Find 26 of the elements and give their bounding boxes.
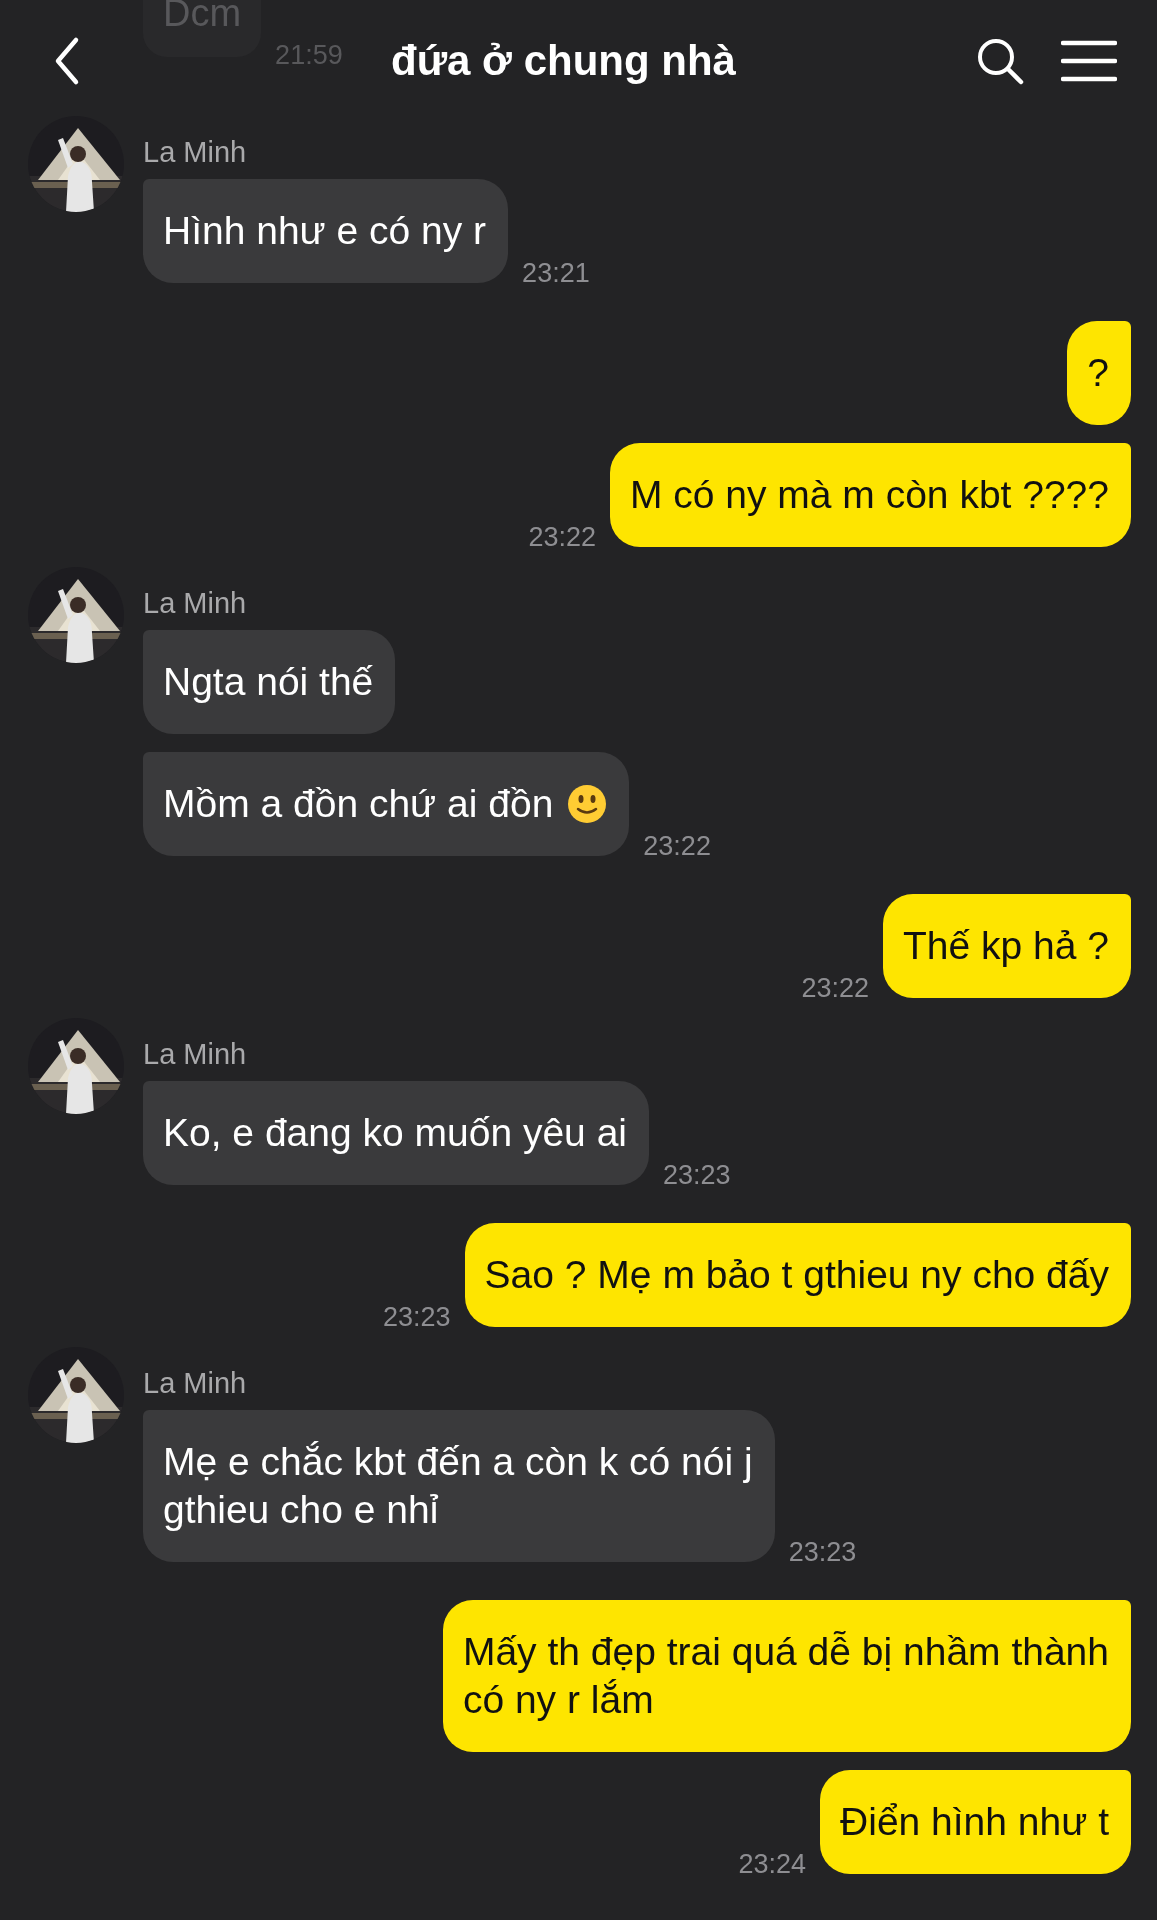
message-bubble: Mẹ e chắc kbt đến a còn k có nói j gthieu cho e nhỉ [143, 1410, 775, 1562]
message-bubble: ? [1067, 321, 1131, 425]
sender-name: La Minh [143, 136, 248, 169]
message-bubble: Sao ? Mẹ m bảo t gthieu ny cho đấy [464, 1223, 1131, 1327]
message-bubble: Ko, e đang ko muốn yêu ai [143, 1081, 649, 1185]
message-time: 23:22 [801, 973, 870, 1004]
message-time: 23:24 [738, 1849, 807, 1880]
sender-name: La Minh [143, 587, 248, 620]
message-time: 23:23 [663, 1160, 731, 1191]
message-bubble: M có ny mà m còn kbt ???? [609, 443, 1131, 547]
sender-name: La Minh [143, 1038, 248, 1071]
message-bubble: Mấy th đẹp trai quá dễ bị nhầm thành có ny r lắm [442, 1600, 1131, 1752]
message-bubble: Thế kp hả ? [883, 894, 1131, 998]
message-time: 23:23 [383, 1302, 451, 1333]
sender-name: La Minh [143, 1367, 248, 1400]
menu-icon[interactable] [1061, 39, 1117, 83]
message-time: 23:22 [528, 522, 596, 553]
search-icon[interactable] [975, 36, 1025, 86]
message-time: 23:23 [788, 1537, 857, 1568]
message-bubble: Ngta nói thế [143, 630, 396, 734]
message-time: 23:21 [522, 258, 590, 289]
chat-title: đứa ở chung nhà [391, 37, 736, 85]
message-bubble: Điển hình như t [820, 1770, 1131, 1874]
message-bubble: Hình như e có ny r [143, 179, 509, 283]
message-bubble: Mồm a đồn chứ ai đồn [143, 752, 630, 856]
message-time: 23:22 [643, 831, 711, 862]
